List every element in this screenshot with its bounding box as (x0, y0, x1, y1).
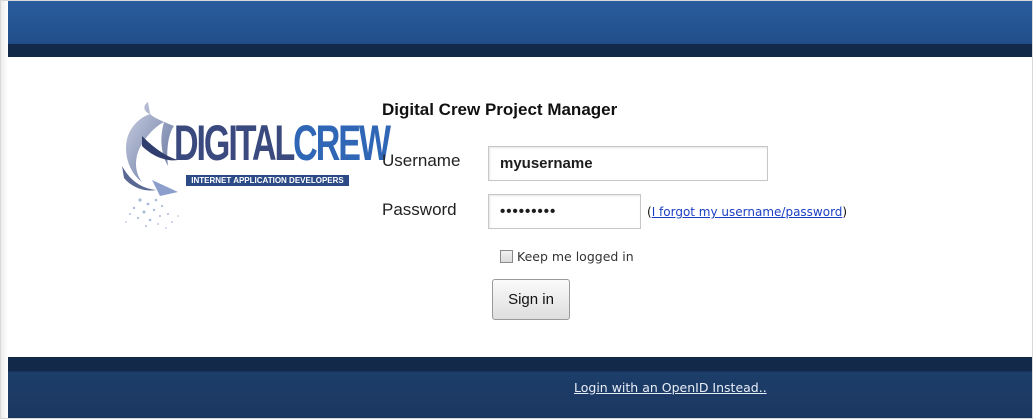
window-frame (0, 0, 1033, 419)
